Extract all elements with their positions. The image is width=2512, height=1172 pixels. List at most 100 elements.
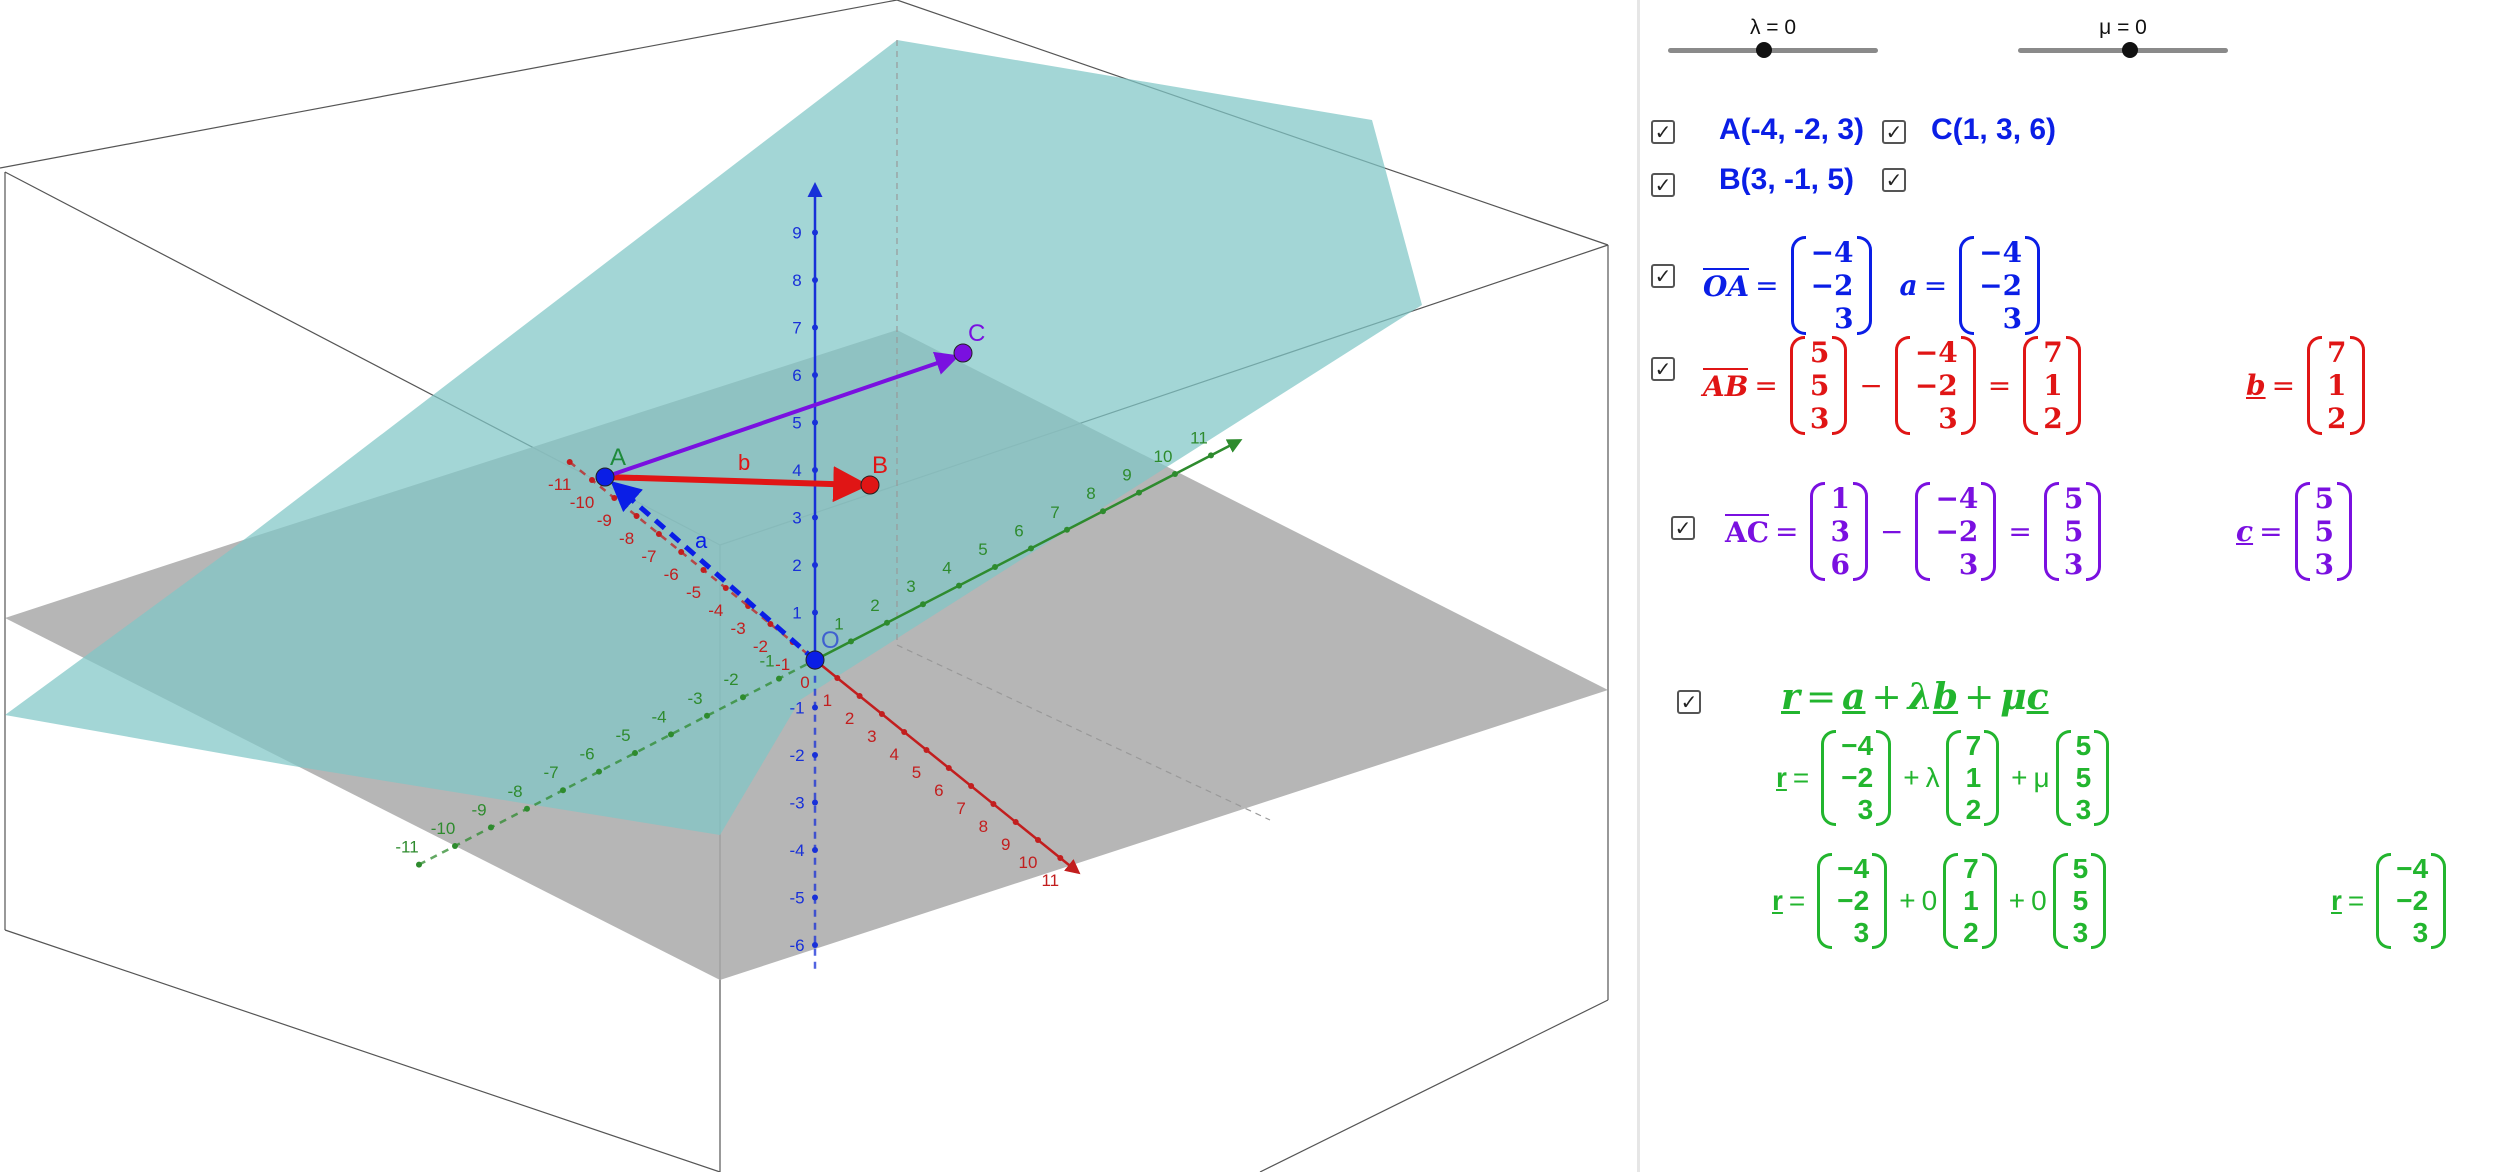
axis-z-tick — [812, 752, 818, 758]
equation-evaluated[interactable]: r = −4 −2 3 +0 712 +0 553 — [1772, 853, 2112, 949]
axis-x-tick-label: 2 — [845, 709, 854, 728]
checkbox-B[interactable]: ✓ — [1651, 173, 1675, 197]
axis-x-tick-label: 6 — [934, 781, 943, 800]
point-C-label: C(1, 3, 6) — [1931, 113, 2057, 146]
slider-lambda-knob[interactable] — [1756, 42, 1772, 58]
axis-y-tick — [560, 787, 566, 794]
vector-b-name: b — [2246, 369, 2266, 402]
axis-y-tick-label: 4 — [942, 559, 951, 578]
axis-y-tick — [452, 843, 458, 849]
axis-y-tick — [992, 564, 998, 570]
vector-c-row[interactable]: c = 553 — [2236, 482, 2358, 581]
vector-OA-row[interactable]: OA = −4 −2 3 a = −4 −2 3 — [1703, 236, 2046, 335]
axis-z-tick-label: -5 — [789, 889, 804, 908]
axis-y-tick — [1064, 526, 1070, 533]
axis-y-tick-label: -2 — [723, 670, 738, 689]
axis-y-tick — [1100, 508, 1106, 515]
axis-x-tick-label: 0 — [800, 673, 809, 692]
axis-x-tick-label: -10 — [570, 493, 595, 512]
axis-y-tick-label: 5 — [978, 540, 987, 559]
axis-z-tick — [812, 514, 818, 521]
axis-z-tick — [812, 419, 818, 426]
axis-x-tick-label: -3 — [731, 619, 746, 638]
checkbox-plane[interactable]: ✓ — [1882, 168, 1906, 192]
checkbox-equation[interactable]: ✓ — [1677, 690, 1701, 714]
AB-result: 712 — [2023, 336, 2082, 435]
axis-y-tick — [632, 750, 638, 756]
checkbox-C[interactable]: ✓ — [1882, 120, 1906, 144]
axis-z-tick-label: -2 — [789, 746, 804, 765]
vector-a-label: a — [695, 528, 708, 553]
axis-y-tick — [416, 861, 422, 868]
slider-mu-knob[interactable] — [2122, 42, 2138, 58]
point-C-name: C — [968, 320, 985, 347]
axis-x-tick-label: 9 — [1001, 835, 1010, 854]
equation-result[interactable]: r = −4 −2 3 — [2331, 853, 2452, 949]
axis-x-tick — [945, 765, 952, 771]
slider-lambda[interactable]: λ = 0 — [1668, 16, 1878, 58]
axis-y-tick-label: -10 — [431, 819, 456, 838]
AB-v2: −4 −2 3 — [1894, 336, 1976, 435]
axis-y-tick — [956, 582, 962, 589]
axis-z-tick — [812, 562, 818, 568]
vector-b-row[interactable]: b = 712 — [2246, 336, 2371, 435]
axis-y-tick — [596, 768, 602, 775]
axis-z-tick-label: 6 — [792, 366, 801, 385]
axis-x-tick-label: 5 — [912, 763, 921, 782]
axis-x-tick — [968, 783, 975, 789]
checkbox-AB[interactable]: ✓ — [1651, 357, 1675, 381]
graphics-view-3d[interactable]: -11-10-9-8-7-6-5-4-3-2-101234567891011-1… — [0, 0, 1635, 1172]
equation-general[interactable]: r = −4 −2 3 + λ 712 + μ 553 — [1776, 730, 2115, 826]
vector-a-name: a — [1899, 269, 1918, 302]
checkbox-OA[interactable]: ✓ — [1651, 264, 1675, 288]
point-B-name: B — [872, 452, 888, 479]
vector-AB-row[interactable]: AB = 553 − −4 −2 3 = 712 — [1703, 336, 2087, 435]
slider-lambda-label: λ = 0 — [1749, 16, 1797, 39]
axis-x-tick-label: -11 — [548, 475, 571, 494]
slider-mu[interactable]: μ = 0 — [2018, 16, 2228, 58]
axis-x-tick-label: 8 — [979, 817, 988, 836]
axis-x-tick — [901, 729, 908, 735]
axis-x-tick — [1035, 837, 1041, 843]
axis-x-tick — [633, 513, 640, 519]
algebra-view: λ = 0 μ = 0 ✓ A(-4, -2, 3) ✓ C(1, 3, 6) … — [1641, 0, 2512, 1172]
axis-z-tick — [812, 704, 818, 711]
checkbox-AC[interactable]: ✓ — [1671, 516, 1695, 540]
axis-y-tick-label: -7 — [543, 763, 558, 782]
axis-y-tick — [524, 805, 530, 812]
point-A-label: A(-4, -2, 3) — [1719, 113, 1865, 146]
axis-z-tick — [812, 942, 818, 948]
axis-y-tick-label: 7 — [1050, 503, 1059, 522]
slider-lambda-track[interactable] — [1668, 48, 1878, 53]
AB-v1: 553 — [1789, 336, 1848, 435]
axis-x-tick — [1057, 855, 1064, 861]
axis-y-tick-label: 8 — [1086, 484, 1095, 503]
a-matrix: −4 −2 3 — [1959, 236, 2041, 335]
axis-y-tick-label: -6 — [579, 745, 594, 764]
vector-AC-row[interactable]: AC = 136 − −4 −2 3 = 553 — [1725, 482, 2107, 581]
axis-z-tick — [812, 799, 818, 806]
axis-z-tick-label: -1 — [789, 699, 804, 718]
axis-z-tick — [812, 609, 818, 616]
axis-x-tick — [722, 585, 729, 591]
checkbox-A[interactable]: ✓ — [1651, 120, 1675, 144]
axis-x-tick-label: 7 — [956, 799, 965, 818]
equation-title: r = a + λ b + μ c — [1781, 676, 2049, 718]
OA-matrix: −4 −2 3 — [1790, 236, 1872, 335]
axis-z-tick — [812, 229, 818, 236]
axis-y-tick-label: 6 — [1014, 521, 1023, 540]
axis-x-tick-label: 1 — [823, 691, 832, 710]
axis-y-tick-label: -1 — [759, 652, 774, 671]
axis-z-tick-label: 4 — [792, 461, 801, 480]
axis-x-tick-label: -4 — [708, 601, 723, 620]
axis-z-tick-label: 3 — [792, 509, 801, 528]
axis-x-tick — [700, 567, 707, 573]
axis-y-tick — [1172, 471, 1178, 477]
axis-x-tick — [923, 747, 930, 753]
axis-z-tick — [812, 467, 818, 473]
axis-x-tick — [566, 459, 573, 465]
axis-y-tick — [668, 731, 674, 738]
AC-lhs: AC — [1725, 514, 1770, 549]
view-divider[interactable] — [1637, 0, 1640, 1172]
axis-x-tick-label: -8 — [619, 529, 634, 548]
